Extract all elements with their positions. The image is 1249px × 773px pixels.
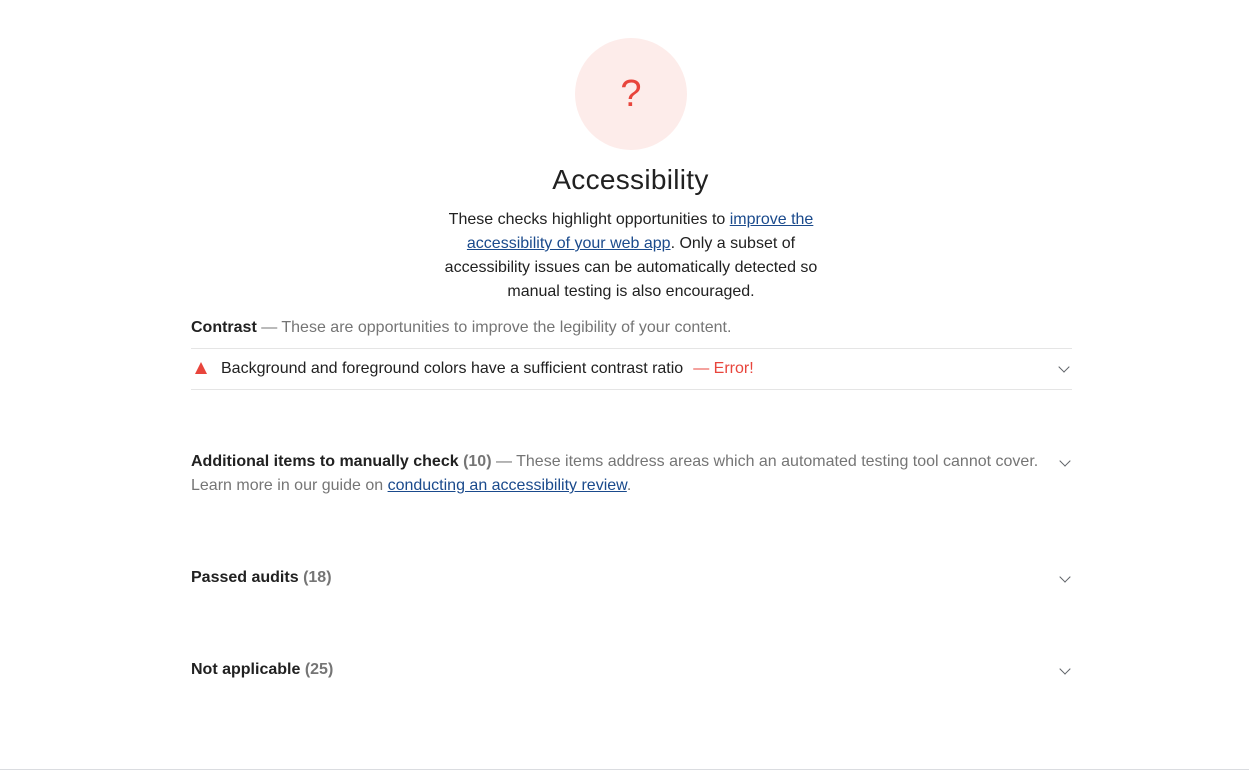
not-applicable-header[interactable]: Not applicable (25) [191, 658, 333, 682]
audit-error-label: — Error! [693, 360, 754, 377]
contrast-group-description: — These are opportunities to improve the… [256, 319, 732, 336]
category-description: These checks highlight opportunities to … [436, 208, 826, 304]
contrast-group-header: Contrast — These are opportunities to im… [191, 316, 731, 340]
audit-title: Background and foreground colors have a … [221, 360, 684, 377]
chevron-down-icon[interactable] [1059, 571, 1071, 583]
chevron-down-icon[interactable] [1058, 361, 1070, 373]
fail-triangle-icon [195, 362, 207, 374]
accessibility-review-link[interactable]: conducting an accessibility review [388, 477, 627, 494]
passed-audits-title: Passed audits [191, 569, 299, 586]
learn-more-period: . [626, 477, 632, 494]
not-applicable-title: Not applicable [191, 661, 301, 678]
chevron-down-icon[interactable] [1059, 663, 1071, 675]
learn-more-text: Learn more in our guide on [191, 477, 388, 494]
category-title: Accessibility [552, 164, 709, 195]
description-text: These checks highlight opportunities to [448, 211, 730, 228]
manual-group-description: — These items address areas which an aut… [491, 453, 1039, 470]
manual-group-title: Additional items to manually check [191, 453, 459, 470]
passed-audits-header[interactable]: Passed audits (18) [191, 566, 332, 590]
contrast-group-title: Contrast [191, 319, 257, 336]
audit-row-color-contrast[interactable]: Background and foreground colors have a … [191, 348, 1072, 390]
chevron-down-icon[interactable] [1059, 455, 1071, 467]
section-divider [0, 769, 1249, 770]
not-applicable-count: (25) [304, 661, 334, 678]
passed-audits-count: (18) [303, 569, 332, 586]
score-gauge: ? [575, 38, 687, 150]
manual-group-header[interactable]: Additional items to manually check (10) … [191, 450, 1051, 498]
manual-group-count: (10) [463, 453, 492, 470]
lighthouse-report: ? Accessibility These checks highlight o… [0, 0, 1249, 773]
question-mark-icon: ? [620, 73, 642, 115]
